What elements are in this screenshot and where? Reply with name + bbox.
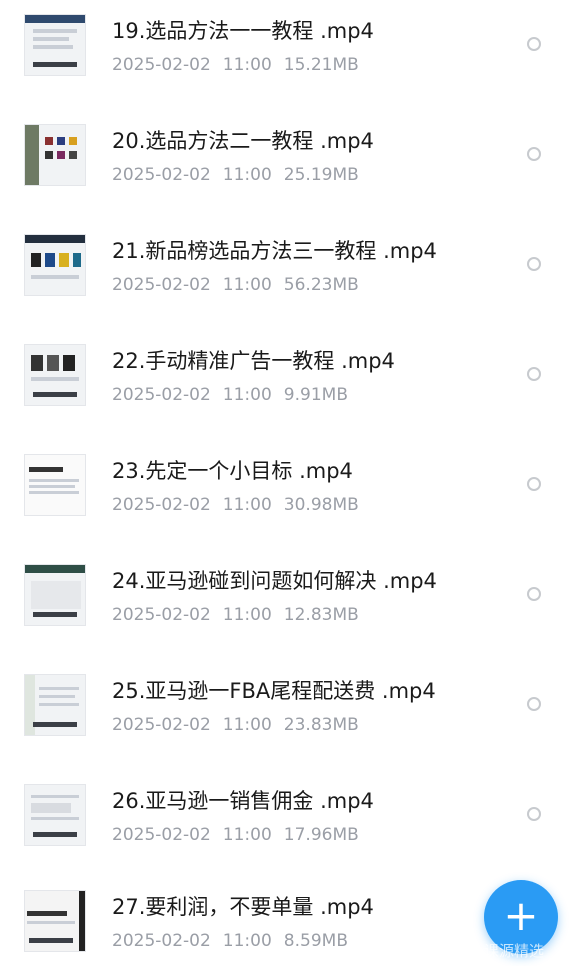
select-radio[interactable] — [527, 147, 541, 161]
file-size: 23.83MB — [283, 715, 359, 735]
file-meta: 2025-02-02 11:00 30.98MB — [112, 494, 371, 516]
file-date: 2025-02-02 — [112, 495, 211, 515]
video-thumbnail — [24, 234, 86, 296]
list-item[interactable]: 23.先定一个小目标 .mp4 2025-02-02 11:00 30.98MB — [0, 454, 580, 564]
select-radio[interactable] — [527, 477, 541, 491]
file-size: 8.59MB — [283, 931, 348, 951]
file-name: 24.亚马逊碰到问题如何解决 .mp4 — [112, 569, 437, 593]
watermark: 课源精选 — [484, 942, 545, 960]
video-thumbnail — [24, 14, 86, 76]
file-meta: 2025-02-02 11:00 12.83MB — [112, 604, 371, 626]
file-time: 11:00 — [222, 715, 272, 735]
select-radio[interactable] — [527, 37, 541, 51]
file-time: 11:00 — [222, 275, 272, 295]
list-item[interactable]: 22.手动精准广告一教程 .mp4 2025-02-02 11:00 9.91MB — [0, 344, 580, 454]
file-size: 30.98MB — [283, 495, 359, 515]
video-thumbnail — [24, 564, 86, 626]
file-size: 15.21MB — [283, 55, 359, 75]
file-name: 20.选品方法二一教程 .mp4 — [112, 129, 374, 153]
file-list: 19.选品方法一一教程 .mp4 2025-02-02 11:00 15.21MB … — [0, 0, 580, 966]
file-meta: 2025-02-02 11:00 56.23MB — [112, 274, 371, 296]
file-size: 9.91MB — [283, 385, 348, 405]
video-thumbnail — [24, 344, 86, 406]
file-meta: 2025-02-02 11:00 23.83MB — [112, 714, 371, 736]
plus-icon: + — [503, 891, 539, 940]
file-size: 25.19MB — [283, 165, 359, 185]
file-size: 56.23MB — [283, 275, 359, 295]
file-meta: 2025-02-02 11:00 15.21MB — [112, 54, 371, 76]
file-time: 11:00 — [222, 825, 272, 845]
file-meta: 2025-02-02 11:00 17.96MB — [112, 824, 371, 846]
video-thumbnail — [24, 124, 86, 186]
select-radio[interactable] — [527, 587, 541, 601]
video-thumbnail — [24, 674, 86, 736]
file-date: 2025-02-02 — [112, 275, 211, 295]
file-name: 25.亚马逊一FBA尾程配送费 .mp4 — [112, 679, 436, 703]
select-radio[interactable] — [527, 367, 541, 381]
file-date: 2025-02-02 — [112, 385, 211, 405]
file-time: 11:00 — [222, 931, 272, 951]
file-name: 27.要利润，不要单量 .mp4 — [112, 895, 374, 919]
file-time: 11:00 — [222, 605, 272, 625]
select-radio[interactable] — [527, 257, 541, 271]
select-radio[interactable] — [527, 807, 541, 821]
file-time: 11:00 — [222, 165, 272, 185]
file-date: 2025-02-02 — [112, 931, 211, 951]
file-name: 22.手动精准广告一教程 .mp4 — [112, 349, 395, 373]
file-size: 12.83MB — [283, 605, 359, 625]
file-time: 11:00 — [222, 385, 272, 405]
file-name: 19.选品方法一一教程 .mp4 — [112, 19, 374, 43]
file-meta: 2025-02-02 11:00 25.19MB — [112, 164, 371, 186]
file-meta: 2025-02-02 11:00 9.91MB — [112, 384, 360, 406]
file-size: 17.96MB — [283, 825, 359, 845]
file-date: 2025-02-02 — [112, 825, 211, 845]
file-date: 2025-02-02 — [112, 605, 211, 625]
file-time: 11:00 — [222, 55, 272, 75]
file-date: 2025-02-02 — [112, 715, 211, 735]
list-item[interactable]: 21.新品榜选品方法三一教程 .mp4 2025-02-02 11:00 56.23… — [0, 234, 580, 344]
file-date: 2025-02-02 — [112, 165, 211, 185]
list-item[interactable]: 24.亚马逊碰到问题如何解决 .mp4 2025-02-02 11:00 12.83… — [0, 564, 580, 674]
video-thumbnail — [24, 454, 86, 516]
select-radio[interactable] — [527, 697, 541, 711]
file-name: 21.新品榜选品方法三一教程 .mp4 — [112, 239, 437, 263]
list-item[interactable]: 19.选品方法一一教程 .mp4 2025-02-02 11:00 15.21MB — [0, 14, 580, 124]
list-item[interactable]: 20.选品方法二一教程 .mp4 2025-02-02 11:00 25.19MB — [0, 124, 580, 234]
file-name: 26.亚马逊一销售佣金 .mp4 — [112, 789, 374, 813]
file-date: 2025-02-02 — [112, 55, 211, 75]
file-meta: 2025-02-02 11:00 8.59MB — [112, 930, 360, 952]
list-item[interactable]: 26.亚马逊一销售佣金 .mp4 2025-02-02 11:00 17.96MB — [0, 784, 580, 894]
file-name: 23.先定一个小目标 .mp4 — [112, 459, 353, 483]
list-item[interactable]: 25.亚马逊一FBA尾程配送费 .mp4 2025-02-02 11:00 23.8… — [0, 674, 580, 784]
video-thumbnail — [24, 890, 86, 952]
file-time: 11:00 — [222, 495, 272, 515]
video-thumbnail — [24, 784, 86, 846]
